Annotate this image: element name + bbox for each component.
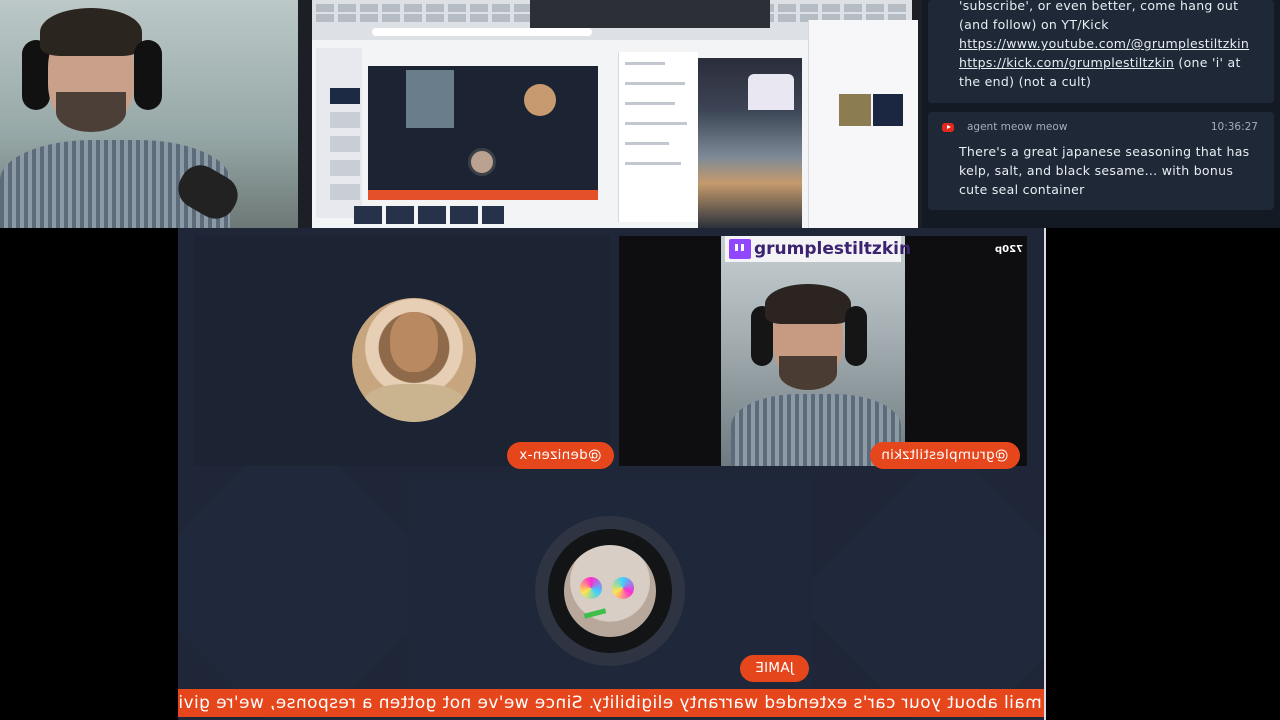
chat-message: 'subscribe', or even better, come hang o… xyxy=(928,0,1274,103)
participant-name: @denizen-x xyxy=(519,447,602,463)
ticker-message: otice in the mail about your car's exten… xyxy=(178,693,1044,713)
screen-capture xyxy=(298,0,922,228)
youtube-icon xyxy=(942,123,954,132)
participant-name-pill: JAMIE xyxy=(740,655,809,682)
avatar xyxy=(564,545,656,637)
chat-text-prefix: 'subscribe', or even better, come hang o… xyxy=(959,0,1239,32)
youtube-link[interactable]: https://www.youtube.com/@grumplestiltzki… xyxy=(959,36,1249,51)
streamer-beard xyxy=(56,92,126,132)
scene-sidebar xyxy=(316,48,362,218)
participant-tile-denizen[interactable]: @denizen-x xyxy=(194,236,614,469)
filmstrip xyxy=(354,206,504,224)
chat-message-text: There's a great japanese seasoning that … xyxy=(959,144,1250,197)
ticker-text: otice in the mail about your car's exten… xyxy=(178,689,1044,717)
kick-link[interactable]: https://kick.com/grumplestiltzkin xyxy=(959,55,1174,70)
chat-timestamp: 10:36:27 xyxy=(1210,121,1258,133)
headphone-right xyxy=(134,40,162,110)
quality-label: 720p xyxy=(994,244,1023,255)
main-stage: @denizen-x grumplestiltzkin 720p @grumpl… xyxy=(178,228,1046,720)
settings-panel xyxy=(618,52,698,222)
avatar xyxy=(352,298,476,422)
participant-name: JAMIE xyxy=(755,660,794,676)
dark-window xyxy=(530,0,770,28)
participant-video xyxy=(721,236,905,466)
chat-message-text: 'subscribe', or even better, come hang o… xyxy=(959,0,1262,91)
streamer-hair xyxy=(40,8,142,56)
participant-tile-grumplestiltzkin[interactable]: grumplestiltzkin 720p @grumplestiltzkin xyxy=(619,236,1027,469)
url-bar xyxy=(372,28,592,36)
chat-panel: 'subscribe', or even better, come hang o… xyxy=(922,0,1280,228)
twitch-handle: grumplestiltzkin xyxy=(754,239,912,259)
participant-name-pill: @grumplestiltzkin xyxy=(870,442,1020,469)
quality-badge: 720p xyxy=(995,244,1023,255)
background-decoration xyxy=(792,442,1046,720)
chat-author: agent meow meow xyxy=(967,121,1068,133)
twitch-icon xyxy=(729,239,751,259)
chat-message: agent meow meow 10:36:27 There's a great… xyxy=(928,112,1274,210)
streamer-webcam xyxy=(0,0,298,228)
news-ticker: otice in the mail about your car's exten… xyxy=(178,689,1044,717)
chat-message-header: agent meow meow 10:36:27 xyxy=(942,121,1258,135)
divider xyxy=(1044,228,1046,720)
sunset-wallpaper xyxy=(698,110,802,228)
mini-stage-preview xyxy=(368,66,598,200)
file-window xyxy=(808,20,918,228)
participant-name: @grumplestiltzkin xyxy=(881,447,1009,463)
twitch-banner: grumplestiltzkin xyxy=(725,236,911,262)
participant-name-pill: @denizen-x xyxy=(507,442,614,469)
